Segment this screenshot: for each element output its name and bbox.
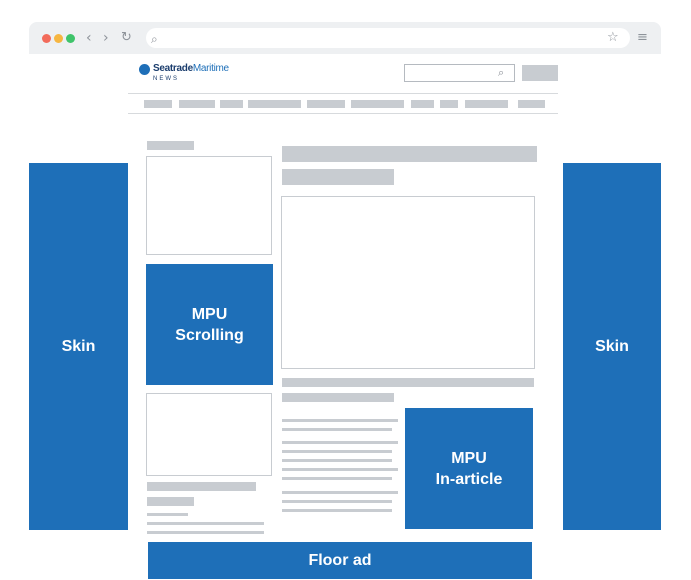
mpu-in-article-ad[interactable]: MPU In-article <box>405 408 533 529</box>
window-minimize-dot[interactable] <box>54 34 63 43</box>
article-text-line <box>282 468 398 471</box>
sidebar-text-line <box>147 522 264 525</box>
hamburger-menu-icon[interactable]: ≡ <box>637 31 648 45</box>
nav-item[interactable] <box>411 100 434 108</box>
article-title-placeholder <box>282 169 394 185</box>
site-logo[interactable]: SeatradeMaritime <box>153 63 229 74</box>
sidebar-image-placeholder <box>146 156 272 255</box>
header-button[interactable] <box>522 65 558 81</box>
logo-main-text: Seatrade <box>153 63 193 74</box>
article-title-placeholder <box>282 146 537 162</box>
sidebar-text-line <box>147 531 264 534</box>
window-maximize-dot[interactable] <box>66 34 75 43</box>
address-bar[interactable] <box>146 28 630 48</box>
mpu-scrolling-ad[interactable]: MPU Scrolling <box>146 264 273 385</box>
window-close-dot[interactable] <box>42 34 51 43</box>
nav-item[interactable] <box>179 100 215 108</box>
sidebar-text-placeholder <box>147 482 256 491</box>
nav-item[interactable] <box>351 100 404 108</box>
article-text-line <box>282 500 392 503</box>
logo-icon <box>139 64 150 75</box>
nav-item[interactable] <box>518 100 545 108</box>
search-icon[interactable]: ⌕ <box>498 66 504 80</box>
star-icon[interactable]: ☆ <box>607 31 619 45</box>
sidebar-heading-placeholder <box>147 141 194 150</box>
search-icon: ⌕ <box>151 32 158 46</box>
skin-ad-right[interactable]: Skin <box>563 163 661 530</box>
chevron-left-icon[interactable]: ‹ <box>86 31 92 45</box>
chevron-right-icon[interactable]: › <box>103 31 109 45</box>
article-text-line <box>282 441 398 444</box>
article-text-line <box>282 477 392 480</box>
sidebar-text-placeholder <box>147 497 194 506</box>
nav-item[interactable] <box>220 100 243 108</box>
nav-item[interactable] <box>248 100 301 108</box>
article-image-placeholder <box>281 196 535 369</box>
reload-icon[interactable]: ↻ <box>121 31 132 45</box>
article-text-line <box>282 428 392 431</box>
logo-accent-text: Maritime <box>192 63 229 74</box>
nav-item[interactable] <box>465 100 508 108</box>
article-text-line <box>282 509 392 512</box>
logo-subtitle: NEWS <box>153 76 179 82</box>
article-subhead-placeholder <box>282 393 394 402</box>
nav-item[interactable] <box>307 100 345 108</box>
skin-ad-left[interactable]: Skin <box>29 163 128 530</box>
nav-item[interactable] <box>440 100 458 108</box>
nav-item[interactable] <box>144 100 172 108</box>
article-text-line <box>282 491 398 494</box>
header-divider <box>128 93 558 94</box>
article-text-line <box>282 450 392 453</box>
article-text-line <box>282 419 398 422</box>
nav-divider <box>128 113 558 114</box>
article-subhead-placeholder <box>282 378 534 387</box>
sidebar-text-line <box>147 513 188 516</box>
floor-ad[interactable]: Floor ad <box>148 542 532 579</box>
article-text-line <box>282 459 392 462</box>
sidebar-image-placeholder <box>146 393 272 476</box>
